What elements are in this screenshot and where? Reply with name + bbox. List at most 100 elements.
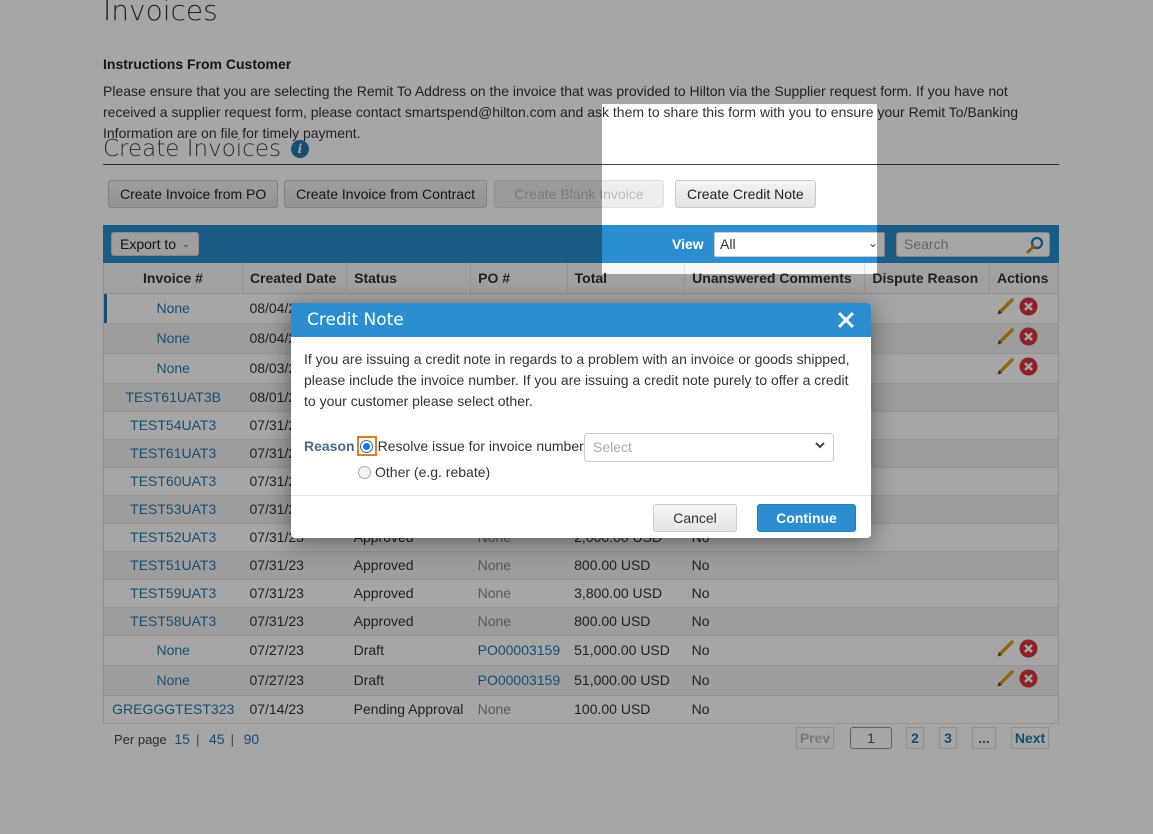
cell-actions	[989, 467, 1059, 496]
cell-actions	[989, 495, 1059, 524]
row-actions	[996, 327, 1038, 346]
cell-po-number: None	[470, 607, 568, 636]
per-page-90[interactable]: 90	[244, 731, 260, 747]
next-page-button[interactable]: Next	[1011, 727, 1049, 749]
create-blank-invoice-button[interactable]: Create Blank Invoice	[494, 180, 664, 208]
table-row[interactable]: TEST51UAT3 07/31/23 Approved None 800.00 USD…	[103, 551, 1059, 580]
column-header-status[interactable]: Status	[346, 263, 472, 294]
cell-dispute-reason	[864, 523, 990, 552]
cell-total: 51,000.00 USD	[567, 635, 685, 666]
column-header-invoice[interactable]: Invoice #	[103, 263, 243, 294]
current-page-input[interactable]: 1	[850, 727, 892, 749]
table-row[interactable]: None 07/27/23 Draft PO00003159 51,000.00 USD…	[103, 665, 1059, 696]
cancel-button[interactable]: Cancel	[653, 504, 737, 532]
edit-icon[interactable]	[996, 639, 1015, 658]
cell-invoice-number[interactable]: None	[103, 323, 243, 354]
search-icon[interactable]	[1026, 236, 1044, 254]
delete-icon[interactable]	[1019, 639, 1038, 658]
chevron-down-icon: ⌄	[182, 238, 190, 249]
per-page-15[interactable]: 15	[174, 731, 190, 747]
radio-other-label[interactable]: Other (e.g. rebate)	[375, 464, 490, 480]
cell-actions	[989, 607, 1059, 636]
cell-invoice-number[interactable]: TEST52UAT3	[103, 523, 243, 552]
delete-icon[interactable]	[1019, 357, 1038, 376]
other-row: Other (e.g. rebate)	[354, 462, 490, 482]
close-icon[interactable]	[837, 311, 855, 329]
dialog-description: If you are issuing a credit note in rega…	[304, 351, 850, 409]
column-header-total[interactable]: Total	[567, 263, 686, 294]
radio-other[interactable]	[354, 462, 374, 482]
cell-dispute-reason	[864, 695, 990, 724]
page-3-button[interactable]: 3	[939, 727, 957, 749]
column-header-po[interactable]: PO #	[470, 263, 568, 294]
table-row[interactable]: None 07/27/23 Draft PO00003159 51,000.00 USD…	[103, 635, 1059, 666]
cell-invoice-number[interactable]: None	[103, 665, 243, 696]
delete-icon[interactable]	[1019, 327, 1038, 346]
table-row[interactable]: TEST59UAT3 07/31/23 Approved None 3,800.00 U…	[103, 579, 1059, 608]
invoice-number-select[interactable]: Select	[584, 433, 834, 462]
cell-invoice-number[interactable]: None	[103, 635, 243, 666]
cell-created-date: 07/27/23	[242, 635, 347, 666]
cell-actions	[989, 635, 1059, 666]
cell-dispute-reason	[864, 383, 990, 412]
cell-dispute-reason	[864, 579, 990, 608]
cell-po-number[interactable]: PO00003159	[470, 635, 568, 666]
edit-icon[interactable]	[996, 327, 1015, 346]
cell-invoice-number[interactable]: None	[103, 293, 243, 324]
export-label: Export to	[120, 236, 177, 252]
prev-page-button[interactable]: Prev	[796, 727, 834, 749]
cell-invoice-number[interactable]: TEST53UAT3	[103, 495, 243, 524]
cell-invoice-number[interactable]: None	[103, 353, 243, 384]
more-pages-button[interactable]: ...	[972, 727, 996, 749]
cell-invoice-number[interactable]: TEST59UAT3	[103, 579, 243, 608]
cell-invoice-number[interactable]: TEST54UAT3	[103, 411, 243, 440]
page-title: Invoices	[103, 0, 218, 27]
cell-actions	[989, 323, 1059, 354]
info-icon[interactable]: i	[290, 140, 309, 158]
column-header-dispute-reason[interactable]: Dispute Reason	[864, 263, 991, 294]
search-placeholder: Search	[904, 236, 949, 252]
credit-note-dialog: Credit Note If you are issuing a credit …	[291, 303, 871, 538]
cell-status: Draft	[346, 635, 471, 666]
cell-dispute-reason	[864, 293, 990, 324]
cell-invoice-number[interactable]: TEST51UAT3	[103, 551, 243, 580]
cell-created-date: 07/14/23	[242, 695, 347, 724]
per-page-45[interactable]: 45	[209, 731, 225, 747]
column-header-unanswered-comments[interactable]: Unanswered Comments	[684, 263, 866, 294]
cell-invoice-number[interactable]: TEST58UAT3	[103, 607, 243, 636]
edit-icon[interactable]	[996, 357, 1015, 376]
cell-unanswered-comments: No	[684, 551, 865, 580]
reason-label: Reason	[304, 438, 355, 454]
delete-icon[interactable]	[1019, 669, 1038, 688]
create-invoice-from-contract-button[interactable]: Create Invoice from Contract	[284, 180, 487, 208]
column-header-created-date[interactable]: Created Date	[242, 263, 348, 294]
cell-total: 100.00 USD	[567, 695, 685, 724]
view-select[interactable]: All ⌄	[714, 232, 885, 257]
cell-dispute-reason	[864, 353, 990, 384]
cell-unanswered-comments: No	[684, 665, 865, 696]
table-row[interactable]: TEST58UAT3 07/31/23 Approved None 800.00 USD…	[103, 607, 1059, 636]
cell-actions	[989, 665, 1059, 696]
create-invoice-from-po-button[interactable]: Create Invoice from PO	[108, 180, 279, 208]
per-page-label: Per page	[114, 732, 167, 747]
edit-icon[interactable]	[996, 297, 1015, 316]
page-2-button[interactable]: 2	[906, 727, 924, 749]
chevron-down-icon: ⌄	[867, 236, 878, 250]
cell-unanswered-comments: No	[684, 607, 865, 636]
cell-invoice-number[interactable]: TEST60UAT3	[103, 467, 243, 496]
export-to-button[interactable]: Export to ⌄	[111, 232, 199, 256]
cell-invoice-number[interactable]: TEST61UAT3	[103, 439, 243, 468]
radio-resolve-issue[interactable]	[356, 436, 377, 456]
radio-resolve-issue-label[interactable]: Resolve issue for invoice number	[378, 438, 584, 454]
edit-icon[interactable]	[996, 669, 1015, 688]
create-credit-note-button[interactable]: Create Credit Note	[675, 180, 816, 208]
cell-dispute-reason	[864, 323, 990, 354]
cell-po-number[interactable]: PO00003159	[470, 665, 568, 696]
continue-button[interactable]: Continue	[757, 504, 856, 532]
search-input[interactable]: Search	[896, 232, 1050, 257]
delete-icon[interactable]	[1019, 297, 1038, 316]
cell-invoice-number[interactable]: TEST61UAT3B	[103, 383, 243, 412]
view-label: View	[672, 236, 704, 252]
cell-invoice-number[interactable]: GREGGGTEST323	[103, 695, 243, 724]
table-row[interactable]: GREGGGTEST323 07/14/23 Pending Approval Non…	[103, 695, 1059, 724]
